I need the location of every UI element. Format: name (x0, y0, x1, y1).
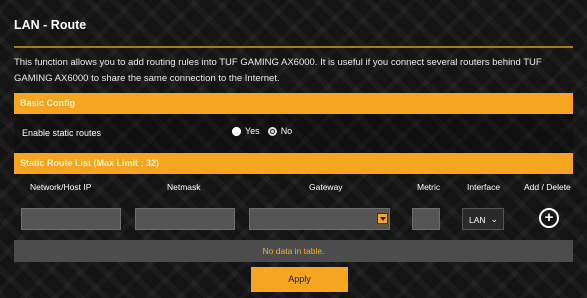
static-route-list-title: Static Route List (Max Limit : 32) (20, 158, 160, 168)
col-netmask: Netmask (167, 182, 201, 192)
interface-select[interactable]: LAN ⌄ (462, 208, 504, 230)
interface-select-value: LAN (469, 215, 486, 225)
page-description: This function allows you to add routing … (14, 57, 542, 84)
route-input-row: LAN ⌄ + (14, 208, 573, 234)
radio-no-label[interactable]: No (281, 126, 293, 136)
radio-yes[interactable] (232, 126, 241, 136)
enable-static-routes-row: Enable static routes Yes No (14, 114, 573, 153)
lan-route-panel: LAN - Route This function allows you to … (8, 8, 579, 294)
apply-button[interactable]: Apply (251, 267, 348, 292)
static-route-list-header: Static Route List (Max Limit : 32) (14, 153, 573, 174)
col-gateway: Gateway (309, 182, 343, 192)
chevron-down-icon: ⌄ (490, 214, 498, 224)
empty-table-row: No data in table. (14, 240, 573, 262)
netmask-input[interactable] (135, 208, 235, 230)
title-divider (14, 46, 573, 48)
basic-config-title: Basic Config (20, 98, 76, 108)
empty-table-message: No data in table. (262, 246, 325, 256)
radio-no[interactable] (267, 126, 277, 136)
enable-static-routes-label: Enable static routes (22, 128, 102, 138)
col-network-host-ip: Network/Host IP (30, 182, 92, 192)
enable-static-routes-radio-group: Yes No (232, 126, 296, 136)
col-add-delete: Add / Delete (524, 182, 571, 192)
route-table-header: Network/Host IP Netmask Gateway Metric I… (14, 178, 573, 196)
network-host-ip-input[interactable] (21, 208, 121, 230)
caret-down-icon[interactable] (377, 213, 388, 224)
page-title: LAN - Route (14, 18, 87, 32)
add-circle-icon[interactable]: + (539, 208, 559, 228)
metric-input[interactable] (412, 208, 440, 230)
radio-yes-label[interactable]: Yes (245, 126, 260, 136)
basic-config-header: Basic Config (14, 93, 573, 114)
gateway-input[interactable] (249, 208, 390, 230)
col-interface: Interface (467, 182, 501, 192)
col-metric: Metric (417, 182, 441, 192)
